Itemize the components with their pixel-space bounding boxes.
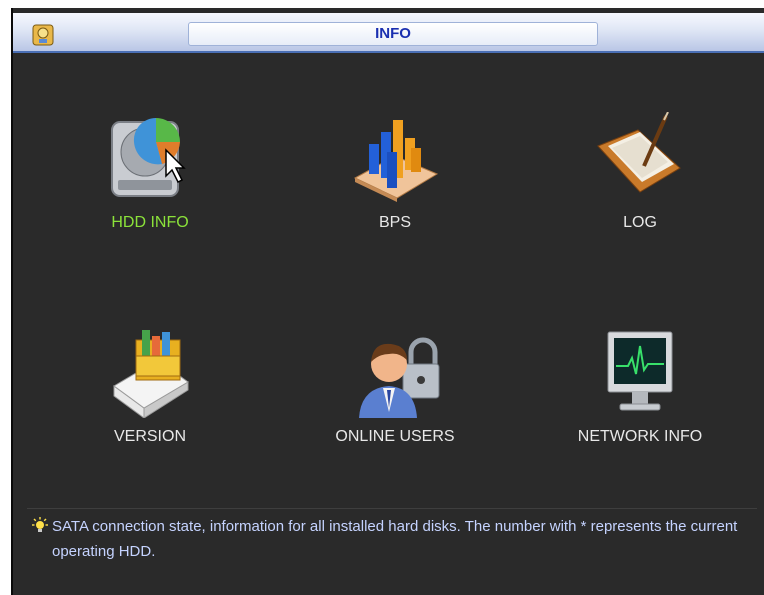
hint-bar: SATA connection state, information for a… — [27, 508, 757, 569]
menu-item-network-info[interactable]: NETWORK INFO — [540, 326, 740, 476]
user-lock-icon — [359, 337, 440, 418]
menu-item-log[interactable]: LOG — [540, 112, 740, 262]
menu-item-online-users[interactable]: ONLINE USERS — [295, 326, 495, 476]
menu-item-label: NETWORK INFO — [577, 428, 703, 445]
title-pill: INFO — [188, 22, 598, 46]
log-book-icon — [597, 112, 681, 193]
bar-chart-icon — [353, 120, 439, 202]
menu-item-label: ONLINE USERS — [335, 428, 455, 445]
menu-item-label: LOG — [623, 214, 657, 231]
menu-item-hdd-info[interactable]: HDD INFO — [50, 112, 250, 262]
menu-item-label: BPS — [378, 214, 411, 231]
version-box-icon — [113, 330, 189, 418]
window-title: INFO — [375, 25, 411, 42]
hdd-pie-icon — [111, 117, 186, 197]
lightbulb-icon — [32, 517, 48, 532]
hint-text: SATA connection state, information for a… — [52, 518, 738, 560]
info-menu-panel: HDD INFO BPS LOG VERSION ONLINE USERS NE… — [13, 54, 764, 595]
menu-item-label: VERSION — [113, 428, 186, 445]
app-logo-icon — [32, 24, 54, 46]
menu-item-label: HDD INFO — [111, 214, 189, 231]
title-bar: INFO — [13, 13, 764, 53]
network-monitor-icon — [607, 331, 673, 411]
menu-item-version[interactable]: VERSION — [50, 326, 250, 476]
menu-item-bps[interactable]: BPS — [295, 112, 495, 262]
info-window: INFO HDD INFO BPS LOG VERSION ONLINE USE… — [11, 8, 764, 595]
